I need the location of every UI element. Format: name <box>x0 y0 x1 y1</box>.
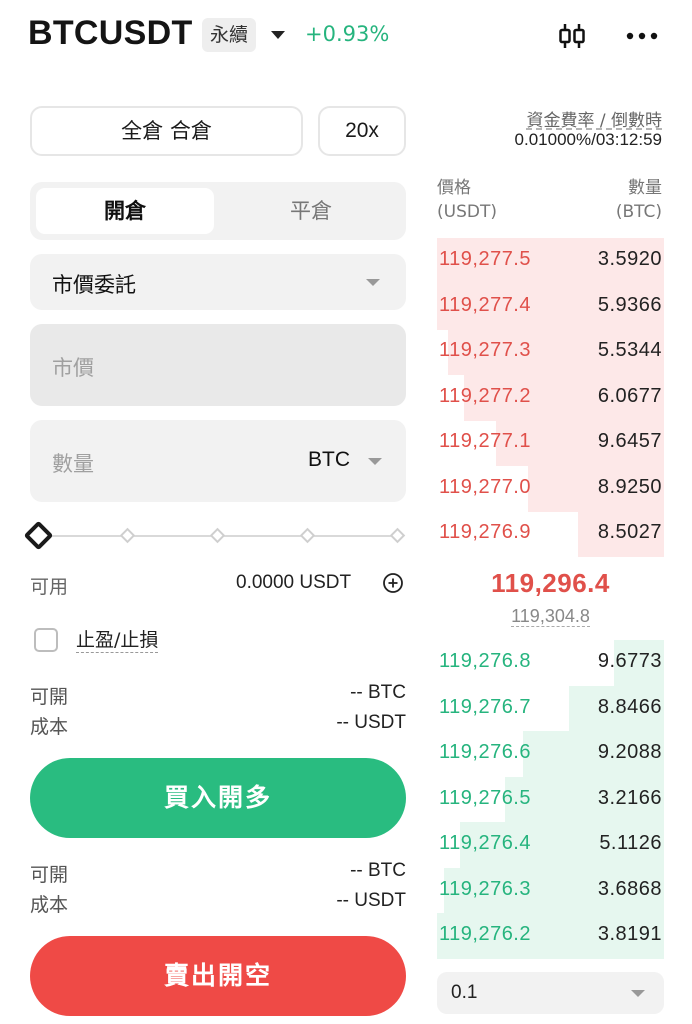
bid-row[interactable]: 119,276.2 3.8191 <box>437 913 664 959</box>
bid-row[interactable]: 119,276.5 3.2166 <box>437 776 664 823</box>
quantity-placeholder: 數量 <box>52 452 94 476</box>
quantity-input[interactable]: 數量 BTC <box>30 420 406 502</box>
candlestick-chart-icon[interactable] <box>556 20 588 52</box>
buy-cost-value: -- USDT <box>336 712 406 733</box>
chevron-down-icon <box>366 279 380 286</box>
slider-stop-50[interactable] <box>209 527 226 544</box>
bid-qty[interactable]: 8.8466 <box>598 696 662 719</box>
depth-step-select[interactable]: 0.1 <box>437 972 664 1014</box>
ask-row[interactable]: 119,277.3 5.5344 <box>437 329 664 375</box>
ask-row[interactable]: 119,276.9 8.5027 <box>437 511 664 557</box>
bid-price[interactable]: 119,276.7 <box>439 696 531 719</box>
sell-open-label: 可開 <box>30 864 69 886</box>
tab-close[interactable]: 平倉 <box>222 188 400 234</box>
chevron-down-icon <box>631 990 645 997</box>
bid-qty[interactable]: 3.6868 <box>598 878 662 901</box>
bid-row[interactable]: 119,276.7 8.8466 <box>437 685 664 732</box>
ask-qty[interactable]: 8.9250 <box>598 476 662 499</box>
price-placeholder: 市價 <box>52 356 94 380</box>
caret-down-icon[interactable] <box>271 31 285 39</box>
symbol-title[interactable]: BTCUSDT <box>28 14 193 53</box>
buy-open-label: 可開 <box>30 686 69 708</box>
bid-qty[interactable]: 9.2088 <box>598 741 662 764</box>
ask-price[interactable]: 119,277.2 <box>439 385 531 408</box>
last-price[interactable]: 119,296.4 <box>437 568 664 599</box>
tpsl-checkbox[interactable] <box>34 628 58 652</box>
position-size-slider[interactable] <box>23 518 410 554</box>
bid-row[interactable]: 119,276.3 3.6868 <box>437 867 664 914</box>
ask-price[interactable]: 119,277.3 <box>439 339 531 362</box>
buy-long-button[interactable]: 買入開多 <box>30 758 406 838</box>
bid-price[interactable]: 119,276.6 <box>439 741 531 764</box>
ask-row[interactable]: 119,277.2 6.0677 <box>437 374 664 421</box>
buy-open-value: -- BTC <box>350 682 406 703</box>
quantity-unit-select[interactable]: BTC <box>308 448 350 472</box>
transfer-plus-icon[interactable] <box>382 572 404 594</box>
bid-price[interactable]: 119,276.5 <box>439 787 531 810</box>
sell-open-value: -- BTC <box>350 860 406 881</box>
order-type-select[interactable]: 市價委託 <box>30 254 406 310</box>
funding-rate-label[interactable]: 資金費率 / 倒數時 <box>526 106 662 131</box>
qty-header-label: 數量 <box>628 178 662 198</box>
ask-qty[interactable]: 9.6457 <box>598 430 662 453</box>
price-header-unit: (USDT) <box>437 202 497 222</box>
mark-price-row: 119,304.8 <box>437 606 664 627</box>
ask-price[interactable]: 119,276.9 <box>439 521 531 544</box>
slider-stop-25[interactable] <box>119 527 136 544</box>
bid-qty[interactable]: 3.2166 <box>598 787 662 810</box>
header-bar: BTCUSDT 永續 +0.93% <box>0 0 692 72</box>
ask-price[interactable]: 119,277.1 <box>439 430 531 453</box>
depth-step-value: 0.1 <box>451 982 478 1003</box>
bid-row[interactable]: 119,276.6 9.2088 <box>437 731 664 777</box>
price-input[interactable]: 市價 <box>30 324 406 406</box>
margin-mode-button[interactable]: 全倉 合倉 <box>30 106 303 156</box>
bid-row[interactable]: 119,276.4 5.1126 <box>437 822 664 868</box>
slider-handle[interactable] <box>23 520 54 551</box>
ask-price[interactable]: 119,277.0 <box>439 476 531 499</box>
tpsl-label[interactable]: 止盈/止損 <box>76 628 159 653</box>
ask-price[interactable]: 119,277.5 <box>439 248 531 271</box>
mark-price[interactable]: 119,304.8 <box>511 606 590 627</box>
ask-row[interactable]: 119,277.0 8.9250 <box>437 465 664 512</box>
ask-row[interactable]: 119,277.5 3.5920 <box>437 238 664 284</box>
bid-qty[interactable]: 3.8191 <box>598 923 662 946</box>
buy-cost-label: 成本 <box>30 716 69 738</box>
bid-price[interactable]: 119,276.2 <box>439 923 531 946</box>
slider-stop-100[interactable] <box>389 527 406 544</box>
sell-cost-value: -- USDT <box>336 890 406 911</box>
leverage-button[interactable]: 20x <box>318 106 406 156</box>
price-change: +0.93% <box>305 22 390 46</box>
ask-qty[interactable]: 8.5027 <box>598 521 662 544</box>
chevron-down-icon[interactable] <box>368 458 382 465</box>
bid-price[interactable]: 119,276.3 <box>439 878 531 901</box>
ask-qty[interactable]: 5.9366 <box>598 294 662 317</box>
bid-qty[interactable]: 5.1126 <box>599 832 662 855</box>
ask-price[interactable]: 119,277.4 <box>439 294 531 317</box>
available-label: 可用 <box>30 576 69 598</box>
ask-row[interactable]: 119,277.4 5.9366 <box>437 283 664 330</box>
bid-price[interactable]: 119,276.4 <box>439 832 531 855</box>
sell-cost-label: 成本 <box>30 894 69 916</box>
bid-qty[interactable]: 9.6773 <box>598 650 662 673</box>
funding-rate-value: 0.01000%/03:12:59 <box>514 130 662 149</box>
price-header-label: 價格 <box>437 178 471 198</box>
ask-qty[interactable]: 3.5920 <box>598 248 662 271</box>
contract-type-badge: 永續 <box>202 18 257 52</box>
slider-stop-75[interactable] <box>299 527 316 544</box>
bid-price[interactable]: 119,276.8 <box>439 650 531 673</box>
tab-open[interactable]: 開倉 <box>36 188 214 234</box>
order-type-label: 市價委託 <box>52 273 136 297</box>
orderbook-qty-header: 數量 (BTC) <box>616 176 662 224</box>
qty-header-unit: (BTC) <box>615 202 662 222</box>
orderbook-price-header: 價格 (USDT) <box>437 176 497 224</box>
sell-short-button[interactable]: 賣出開空 <box>30 936 406 1016</box>
available-value: 0.0000 USDT <box>236 572 352 593</box>
ask-row[interactable]: 119,277.1 9.6457 <box>437 420 664 466</box>
bid-row[interactable]: 119,276.8 9.6773 <box>437 640 664 686</box>
ask-qty[interactable]: 6.0677 <box>598 385 662 408</box>
open-close-tabs: 開倉 平倉 <box>30 182 406 240</box>
ask-qty[interactable]: 5.5344 <box>598 339 662 362</box>
more-icon[interactable] <box>624 20 660 52</box>
